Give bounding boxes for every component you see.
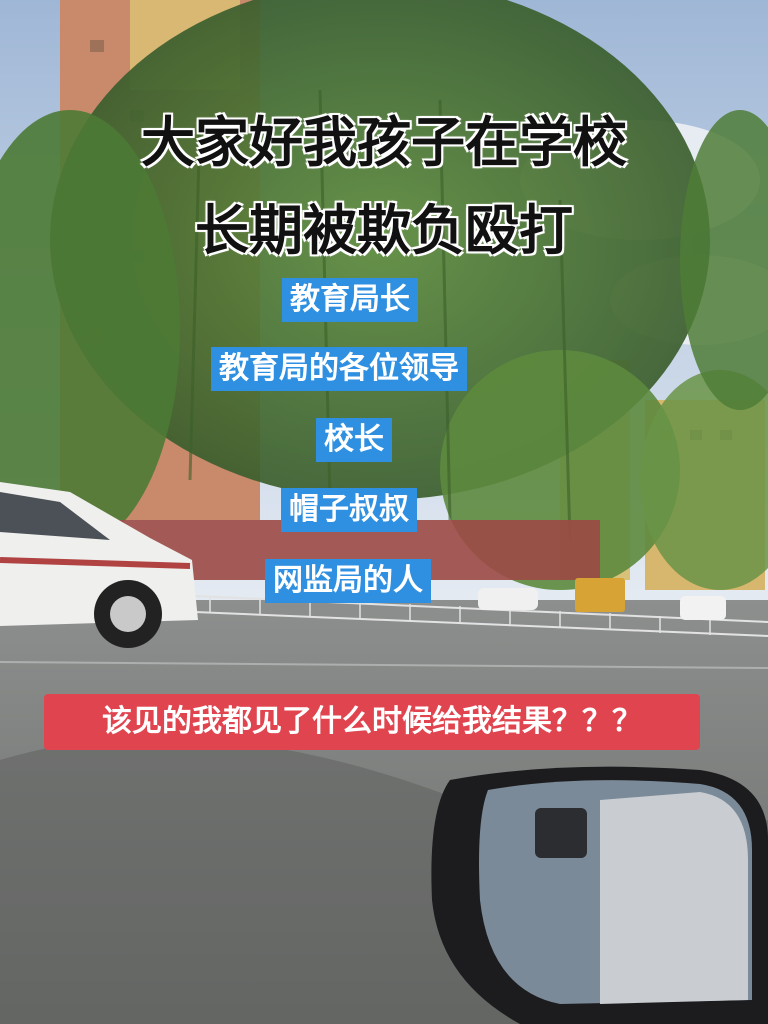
result-question-banner: 该见的我都见了什么时候给我结果？？？ — [44, 694, 700, 750]
tag-police: 帽子叔叔 — [281, 488, 417, 532]
title-line-1: 大家好我孩子在学校 — [141, 111, 627, 174]
tag-education-bureau-chief: 教育局长 — [282, 278, 418, 322]
title-line-2: 长期被欺负殴打 — [195, 199, 573, 262]
distant-car — [478, 588, 538, 610]
side-mirror — [431, 766, 768, 1024]
tag-principal: 校长 — [316, 418, 392, 462]
tag-internet-supervision: 网监局的人 — [265, 559, 431, 603]
tag-education-bureau-leaders: 教育局的各位领导 — [211, 347, 467, 391]
distant-truck — [575, 578, 625, 612]
